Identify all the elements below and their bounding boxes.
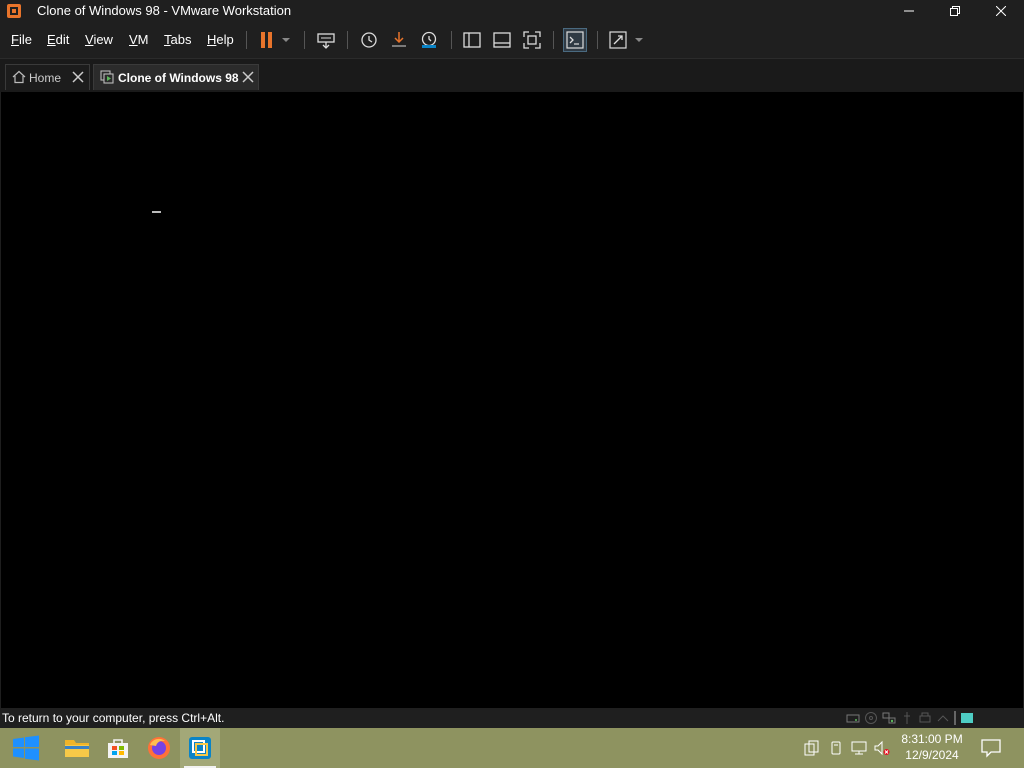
thumbnail-bar-icon [493, 32, 511, 48]
thumbnail-bar-button[interactable] [491, 29, 513, 51]
full-screen-icon [523, 31, 541, 49]
console-view-button[interactable] [563, 28, 587, 52]
snapshot-manager-button[interactable] [418, 29, 440, 51]
clock-time: 8:31:00 PM [901, 732, 963, 746]
firefox-icon [148, 737, 170, 759]
minimize-button[interactable] [886, 0, 932, 22]
toolbar-divider [553, 31, 554, 49]
toolbar-divider [451, 31, 452, 49]
home-icon [12, 70, 26, 84]
toolbar-divider [246, 31, 247, 49]
text-cursor [152, 211, 161, 213]
network-adapter-icon[interactable] [882, 711, 896, 725]
toolbar-divider [597, 31, 598, 49]
restore-button[interactable] [932, 0, 978, 22]
notification-center-icon[interactable] [980, 738, 1002, 758]
status-message: To return to your computer, press Ctrl+A… [2, 711, 225, 725]
dropdown-arrow-icon [282, 38, 290, 42]
power-dropdown-button[interactable] [279, 29, 293, 51]
library-icon [463, 32, 481, 48]
close-tab-icon[interactable] [240, 69, 256, 85]
menu-view[interactable]: View [85, 32, 113, 47]
tab-bar: Home Clone of Windows 98 [0, 59, 1024, 92]
tab-home-label: Home [29, 71, 62, 85]
vm-icon [100, 70, 114, 84]
minimize-icon [904, 10, 914, 12]
menu-toolbar: File Edit View VM Tabs Help [0, 22, 1024, 59]
copy-icon[interactable] [804, 740, 820, 756]
status-divider [954, 711, 956, 725]
show-library-button[interactable] [461, 29, 483, 51]
snapshot-icon [361, 32, 377, 48]
start-button[interactable] [6, 728, 46, 768]
vmware-icon [189, 737, 211, 759]
network-icon[interactable] [851, 740, 867, 756]
menu-tabs[interactable]: Tabs [164, 32, 191, 47]
clock-date: 12/9/2024 [905, 748, 959, 762]
file-explorer-button[interactable] [57, 728, 97, 768]
vm-console-display[interactable] [1, 92, 1023, 708]
vmware-taskbar-button[interactable] [180, 728, 220, 768]
send-ctrl-alt-del-icon [317, 33, 335, 49]
send-ctrl-alt-del-button[interactable] [315, 29, 337, 51]
snapshot-button[interactable] [358, 29, 380, 51]
printer-icon[interactable] [918, 711, 932, 725]
tab-home[interactable]: Home [5, 64, 90, 90]
pause-button[interactable] [256, 29, 278, 51]
cd-rom-icon[interactable] [864, 711, 878, 725]
firefox-button[interactable] [139, 728, 179, 768]
desktop: Clone of Windows 98 - VMware Workstation… [0, 0, 1024, 768]
restore-icon [950, 6, 960, 16]
message-log-icon[interactable] [960, 711, 974, 725]
full-screen-button[interactable] [521, 29, 543, 51]
toolbar-divider [347, 31, 348, 49]
revert-snapshot-button[interactable] [388, 29, 410, 51]
menu-edit[interactable]: Edit [47, 32, 69, 47]
window-title: Clone of Windows 98 - VMware Workstation [37, 3, 292, 18]
toolbar-divider [304, 31, 305, 49]
close-icon [996, 6, 1006, 16]
windows-taskbar: 8:31:00 PM 12/9/2024 [0, 728, 1024, 768]
hard-disk-icon[interactable] [846, 711, 860, 725]
vmware-icon [7, 4, 21, 18]
menu-file[interactable]: File [11, 32, 32, 47]
pause-icon [261, 32, 272, 48]
menu-help[interactable]: Help [207, 32, 234, 47]
store-icon [108, 739, 128, 758]
tab-vm-label: Clone of Windows 98 [118, 71, 239, 85]
device-status-icons [846, 711, 974, 725]
close-button[interactable] [978, 0, 1024, 22]
menu-vm[interactable]: VM [129, 32, 149, 47]
dropdown-arrow-icon [635, 38, 643, 42]
title-bar: Clone of Windows 98 - VMware Workstation [0, 0, 1024, 22]
windows-start-icon [13, 735, 39, 761]
close-tab-icon[interactable] [70, 69, 86, 85]
tab-clone-of-windows-98[interactable]: Clone of Windows 98 [93, 64, 259, 90]
stretch-dropdown-button[interactable] [632, 29, 646, 51]
snapshot-manager-icon [421, 31, 437, 48]
taskbar-clock[interactable]: 8:31:00 PM 12/9/2024 [896, 731, 968, 763]
usb-drive-icon[interactable] [828, 740, 844, 756]
file-explorer-icon [65, 740, 89, 757]
usb-icon[interactable] [900, 711, 914, 725]
stretch-icon [609, 31, 627, 49]
status-bar: To return to your computer, press Ctrl+A… [0, 708, 1024, 728]
sound-card-icon[interactable] [936, 711, 950, 725]
console-view-icon [566, 31, 584, 49]
revert-snapshot-icon [392, 32, 406, 47]
stretch-guest-button[interactable] [607, 29, 629, 51]
volume-muted-icon[interactable] [874, 740, 890, 756]
microsoft-store-button[interactable] [98, 728, 138, 768]
